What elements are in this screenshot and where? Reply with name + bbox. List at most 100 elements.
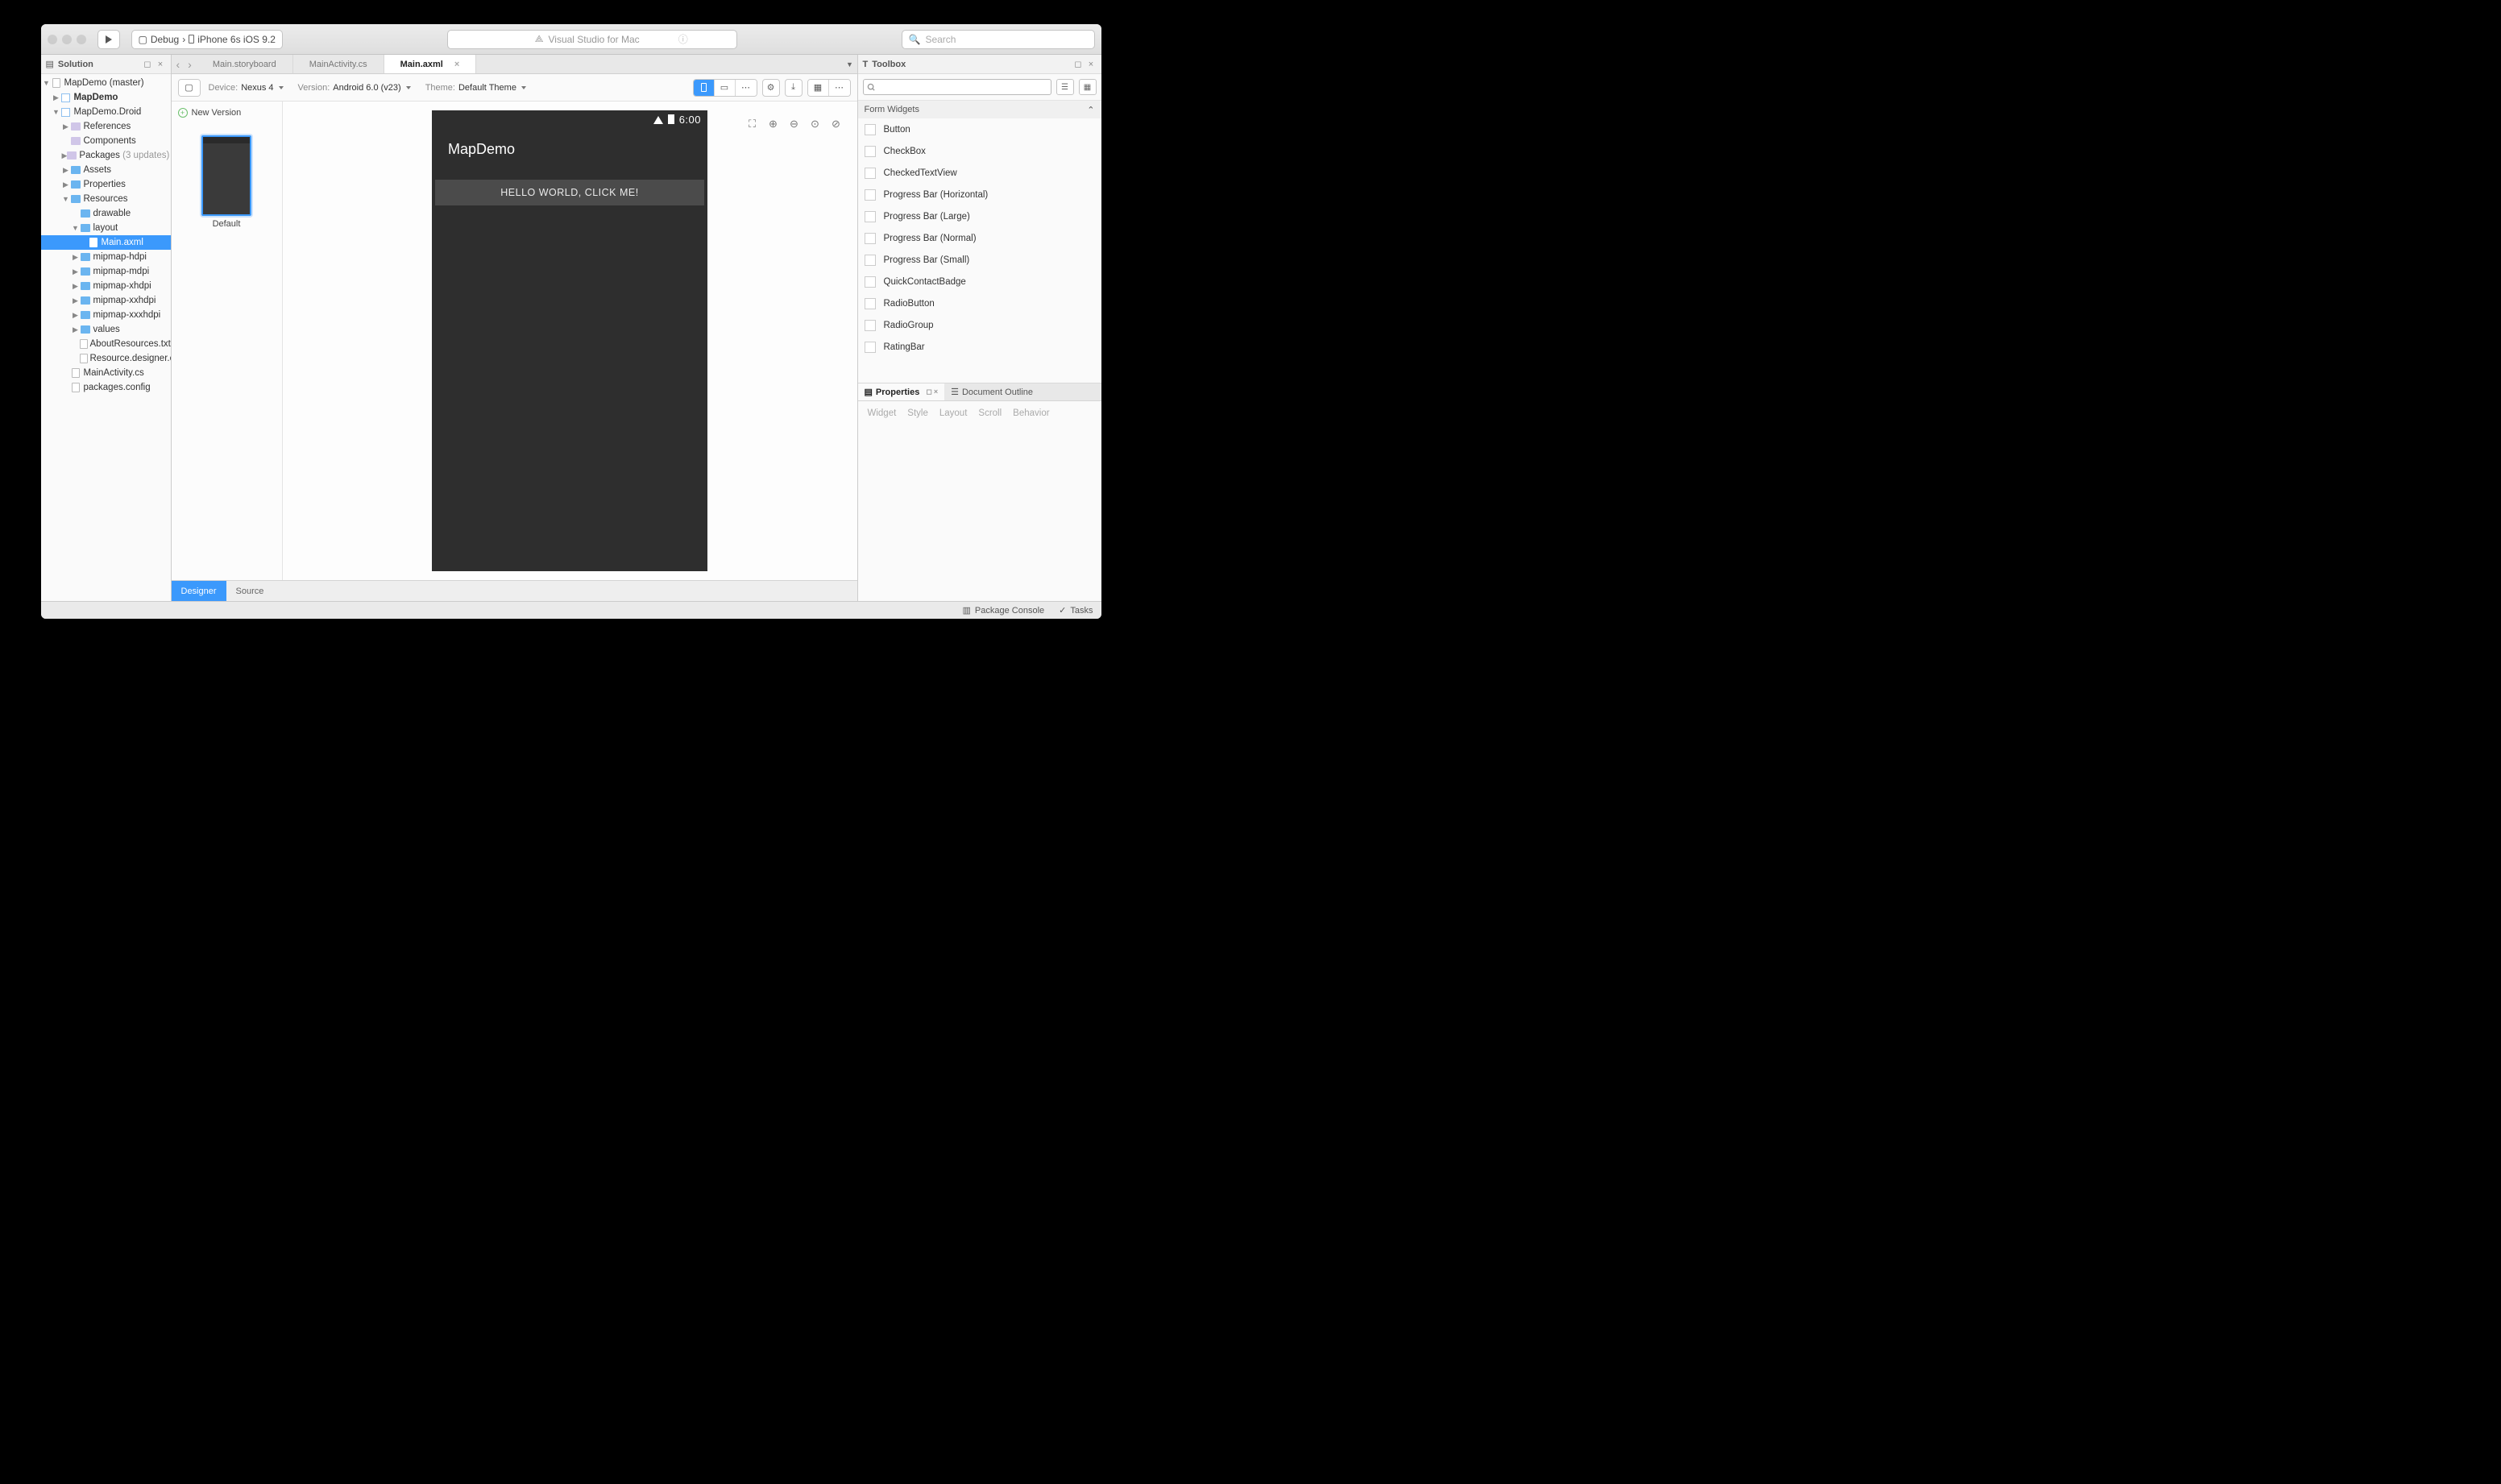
prop-close-button[interactable]: ×: [934, 388, 938, 396]
zoom-fit-button[interactable]: ⛶: [744, 116, 761, 132]
panel-float-button[interactable]: ◻: [143, 59, 153, 69]
toolbox-item-progress-horizontal[interactable]: Progress Bar (Horizontal): [858, 184, 1101, 205]
tab-storyboard[interactable]: Main.storyboard: [197, 55, 293, 73]
theme-dropdown[interactable]: Default Theme: [458, 83, 526, 93]
tree-resource-designer[interactable]: Resource.designer.cs: [90, 354, 171, 363]
new-version-button[interactable]: + New Version: [172, 108, 242, 118]
tab-designer[interactable]: Designer: [172, 581, 226, 601]
tab-main-axml[interactable]: Main.axml×: [384, 55, 477, 73]
toolbox-item-checkedtextview[interactable]: CheckedTextView: [858, 162, 1101, 184]
zoom-100-button[interactable]: ⊙: [807, 116, 823, 132]
tab-source[interactable]: Source: [226, 581, 274, 601]
tree-layout[interactable]: layout: [93, 223, 118, 233]
variant-thumbnail-label: Default: [213, 219, 241, 229]
tree-proj-droid[interactable]: MapDemo.Droid: [74, 107, 142, 117]
solution-panel-head: ▤ Solution ◻ ×: [41, 55, 171, 74]
toolbox-item-progress-normal[interactable]: Progress Bar (Normal): [858, 227, 1101, 249]
zoom-reset-button[interactable]: ⊘: [828, 116, 844, 132]
tree-mainactivity[interactable]: MainActivity.cs: [84, 368, 144, 378]
variant-pane: + New Version Default: [172, 102, 283, 580]
toolbox-close-button[interactable]: ×: [1086, 59, 1097, 69]
orientation-more-button[interactable]: ⋯: [736, 80, 757, 96]
tree-values[interactable]: values: [93, 325, 120, 334]
toolbox-item-checkbox[interactable]: CheckBox: [858, 140, 1101, 162]
tree-mip-hdpi[interactable]: mipmap-hdpi: [93, 252, 147, 262]
settings-button[interactable]: ⚙: [762, 79, 780, 97]
window-controls[interactable]: [48, 35, 86, 44]
toolbox-item-button[interactable]: Button: [858, 118, 1101, 140]
run-config-breadcrumb[interactable]: ▢Debug › iPhone 6s iOS 9.2: [131, 30, 283, 49]
nav-forward-button[interactable]: ›: [188, 58, 192, 71]
tab-close-icon[interactable]: ×: [454, 60, 459, 69]
prop-sub-widget[interactable]: Widget: [868, 408, 897, 418]
layout-grid-button[interactable]: ▦: [808, 80, 829, 96]
prop-sub-layout[interactable]: Layout: [939, 408, 968, 418]
toolbox-float-button[interactable]: ◻: [1073, 59, 1084, 69]
orientation-portrait-button[interactable]: [694, 80, 715, 96]
tree-mip-xxxhdpi[interactable]: mipmap-xxxhdpi: [93, 310, 161, 320]
tab-properties[interactable]: ▤ Properties◻×: [858, 383, 945, 400]
tree-mip-xhdpi[interactable]: mipmap-xhdpi: [93, 281, 151, 291]
zoom-out-button[interactable]: ⊖: [786, 116, 803, 132]
tree-resources[interactable]: Resources: [84, 194, 128, 204]
zoom-dot[interactable]: [77, 35, 86, 44]
info-icon[interactable]: ⓘ: [678, 32, 688, 46]
design-canvas[interactable]: ⛶ ⊕ ⊖ ⊙ ⊘ 6:00 MapDemo HELLO WORLD,: [283, 102, 857, 580]
toggle-preview-button[interactable]: ▢: [179, 80, 200, 96]
tree-assets[interactable]: Assets: [84, 165, 112, 175]
tree-root[interactable]: MapDemo (master): [64, 78, 144, 88]
app-bar-title: MapDemo: [448, 141, 515, 158]
tree-packages-config[interactable]: packages.config: [84, 383, 151, 392]
prop-sub-behavior[interactable]: Behavior: [1013, 408, 1049, 418]
toolbox-view-grid-button[interactable]: ▦: [1079, 79, 1097, 95]
toolbox-item-radiogroup[interactable]: RadioGroup: [858, 314, 1101, 336]
tree-about-resources[interactable]: AboutResources.txt: [90, 339, 171, 349]
tab-mainactivity[interactable]: MainActivity.cs: [293, 55, 384, 73]
tree-packages[interactable]: Packages: [79, 151, 120, 160]
toolbox-item-radiobutton[interactable]: RadioButton: [858, 292, 1101, 314]
toolbox-group-head[interactable]: Form Widgets ⌃: [858, 101, 1101, 118]
toolbox-view-list-button[interactable]: ☰: [1056, 79, 1074, 95]
toolbox-panel: T Toolbox ◻ × ☰ ▦ Form Widgets ⌃: [858, 55, 1101, 383]
toolbox-list[interactable]: Button CheckBox CheckedTextView Progress…: [858, 118, 1101, 383]
version-dropdown[interactable]: Android 6.0 (v23): [333, 83, 410, 93]
tab-document-outline[interactable]: ☰ Document Outline: [944, 383, 1039, 400]
solution-tree[interactable]: ▼MapDemo (master) ▶MapDemo ▼MapDemo.Droi…: [41, 74, 171, 601]
run-button[interactable]: [97, 30, 120, 49]
tree-properties[interactable]: Properties: [84, 180, 126, 189]
device-label: Device:: [209, 83, 238, 93]
minimize-dot[interactable]: [62, 35, 72, 44]
global-search[interactable]: 🔍 Search: [902, 30, 1095, 49]
toolbox-search-input[interactable]: [863, 79, 1051, 95]
toolbox-item-progress-large[interactable]: Progress Bar (Large): [858, 205, 1101, 227]
prop-sub-scroll[interactable]: Scroll: [978, 408, 1002, 418]
close-dot[interactable]: [48, 35, 57, 44]
tree-mip-xxhdpi[interactable]: mipmap-xxhdpi: [93, 296, 156, 305]
export-button[interactable]: ⤓: [785, 79, 803, 97]
layout-more-button[interactable]: ⋯: [829, 80, 850, 96]
tree-refs[interactable]: References: [84, 122, 131, 131]
collapse-icon[interactable]: ⌃: [1087, 105, 1094, 115]
nav-back-button[interactable]: ‹: [176, 58, 180, 71]
tree-drawable[interactable]: drawable: [93, 209, 131, 218]
tasks-button[interactable]: ✓ Tasks: [1059, 605, 1093, 616]
hello-world-button[interactable]: HELLO WORLD, CLICK ME!: [435, 180, 704, 205]
prop-float-button[interactable]: ◻: [926, 388, 931, 396]
tree-proj-mapdemo[interactable]: MapDemo: [74, 93, 118, 102]
toolbox-item-progress-small[interactable]: Progress Bar (Small): [858, 249, 1101, 271]
tree-mip-mdpi[interactable]: mipmap-mdpi: [93, 267, 150, 276]
tabs-overflow-button[interactable]: ▼: [843, 55, 857, 73]
toolbox-item-quickcontactbadge[interactable]: QuickContactBadge: [858, 271, 1101, 292]
variant-thumbnail[interactable]: [201, 135, 251, 216]
device-dropdown[interactable]: Nexus 4: [241, 83, 283, 93]
tree-main-axml[interactable]: Main.axml: [102, 238, 143, 247]
panel-close-button[interactable]: ×: [156, 59, 166, 69]
orientation-landscape-button[interactable]: ▭: [715, 80, 736, 96]
toolbox-item-ratingbar[interactable]: RatingBar: [858, 336, 1101, 358]
zoom-in-button[interactable]: ⊕: [765, 116, 782, 132]
search-placeholder: Search: [925, 34, 956, 45]
tree-components[interactable]: Components: [84, 136, 136, 146]
prop-sub-style[interactable]: Style: [907, 408, 928, 418]
search-icon: 🔍: [909, 34, 921, 45]
package-console-button[interactable]: ▥ Package Console: [963, 605, 1045, 616]
